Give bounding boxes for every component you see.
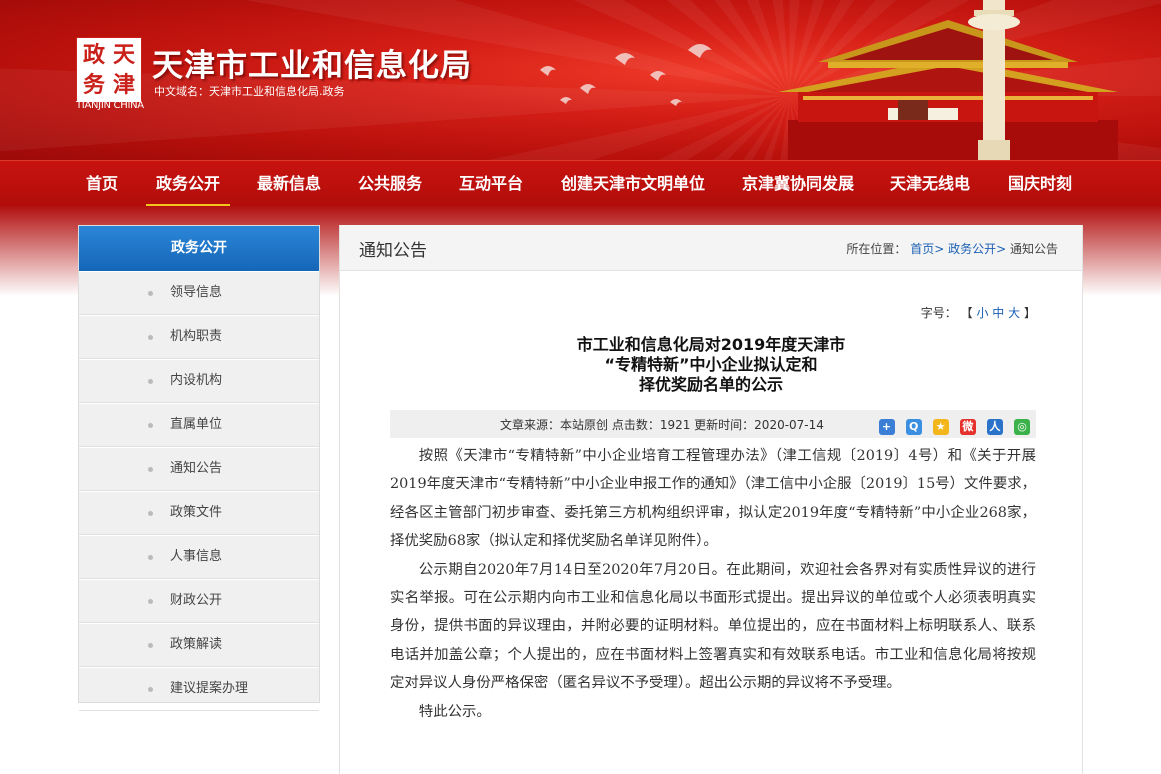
- plus-share-icon[interactable]: +: [878, 419, 895, 435]
- logo-char: 政: [82, 42, 105, 68]
- font-size-bracket-close: 】: [1023, 306, 1036, 320]
- article-paragraph: 公示期自2020年7月14日至2020年7月20日。在此期间，欢迎社会各界对有实…: [390, 561, 1036, 692]
- logo-caption: TIANJIN CHINA: [76, 100, 144, 111]
- sidebar-item-finance[interactable]: 财政公开: [79, 579, 319, 623]
- article-title-line: “专精特新”中小企业拟认定和: [604, 355, 818, 374]
- font-size-bracket-open: 【: [960, 306, 973, 320]
- content-panel: 通知公告 所在位置： 首页> 政务公开> 通知公告 字号： 【 小 中 大 】 …: [339, 225, 1083, 774]
- logo-char: 津: [112, 72, 135, 98]
- bullet-icon: [148, 599, 153, 604]
- article-paragraph: 特此公示。: [418, 703, 491, 720]
- sidebar-item-label: 建议提案办理: [170, 681, 249, 696]
- star-icon[interactable]: ★: [932, 419, 949, 435]
- article-body: 按照《天津市“专精特新”中小企业培育工程管理办法》（津工信规〔2019〕4号）和…: [390, 442, 1036, 726]
- share-icons: + Q ★ 微 人 ◎: [873, 415, 1030, 435]
- nav-item-interaction[interactable]: 互动平台: [459, 161, 523, 207]
- sidebar-item-policy-interpretation[interactable]: 政策解读: [79, 623, 319, 667]
- breadcrumb-gov-link[interactable]: 政务公开>: [948, 242, 1006, 256]
- sidebar-item-notices[interactable]: 通知公告: [79, 447, 319, 491]
- font-size-label: 字号：: [920, 306, 957, 320]
- bullet-icon: [148, 555, 153, 560]
- article-meta-bar: 文章来源：本站原创 点击数：1921 更新时间：2020-07-14 + Q ★…: [390, 410, 1036, 438]
- sidebar-item-label: 直属单位: [170, 417, 223, 432]
- sidebar-item-duties[interactable]: 机构职责: [79, 315, 319, 359]
- renren-icon[interactable]: 人: [986, 419, 1003, 435]
- bullet-icon: [148, 511, 153, 516]
- nav-item-latest-news[interactable]: 最新信息: [257, 161, 321, 207]
- breadcrumb-home-link[interactable]: 首页>: [910, 242, 944, 256]
- article-meta: 文章来源：本站原创 点击数：1921 更新时间：2020-07-14: [500, 418, 824, 432]
- tiananmen-illustration: [778, 0, 1118, 160]
- nav-item-government-affairs[interactable]: 政务公开: [146, 161, 231, 207]
- sidebar-item-label: 领导信息: [170, 285, 223, 300]
- sidebar-item-leaders[interactable]: 领导信息: [79, 271, 319, 315]
- main-nav: 首页 政务公开 最新信息 公共服务 互动平台 创建天津市文明单位 京津冀协同发展…: [0, 160, 1161, 207]
- article-title: 市工业和信息化局对2019年度天津市 “专精特新”中小企业拟认定和 择优奖励名单…: [340, 335, 1082, 395]
- breadcrumb: 所在位置： 首页> 政务公开> 通知公告: [846, 240, 1058, 257]
- content-header: 通知公告 所在位置： 首页> 政务公开> 通知公告: [340, 225, 1082, 271]
- breadcrumb-current: 通知公告: [1009, 242, 1058, 256]
- sidebar-title[interactable]: 政务公开: [79, 226, 319, 271]
- bullet-icon: [148, 687, 153, 692]
- nav-item-public-services[interactable]: 公共服务: [358, 161, 422, 207]
- qzone-icon[interactable]: Q: [905, 419, 922, 435]
- site-domain: 中文域名：天津市工业和信息化局.政务: [154, 85, 345, 98]
- sidebar-item-label: 内设机构: [170, 373, 223, 388]
- sidebar-item-label: 政策解读: [170, 637, 223, 652]
- article-title-line: 市工业和信息化局对2019年度天津市: [576, 335, 846, 354]
- font-size-large-link[interactable]: 大: [1008, 306, 1020, 320]
- font-size-control: 字号： 【 小 中 大 】: [921, 304, 1036, 321]
- sidebar-item-label: 政策文件: [170, 505, 223, 520]
- bullet-icon: [148, 423, 153, 428]
- site-logo[interactable]: 政 天 务 津: [76, 37, 142, 103]
- article-paragraph: 按照《天津市“专精特新”中小企业培育工程管理办法》（津工信规〔2019〕4号）和…: [390, 448, 1036, 550]
- bullet-icon: [148, 291, 153, 296]
- article-title-line: 择优奖励名单的公示: [638, 375, 783, 394]
- nav-item-home[interactable]: 首页: [86, 161, 118, 207]
- sidebar-item-affiliated-units[interactable]: 直属单位: [79, 403, 319, 447]
- bullet-icon: [148, 467, 153, 472]
- bullet-icon: [148, 335, 153, 340]
- sidebar-item-label: 财政公开: [170, 593, 223, 608]
- sidebar-item-label: 人事信息: [170, 549, 223, 564]
- sidebar-item-proposals[interactable]: 建议提案办理: [79, 667, 319, 711]
- section-title: 通知公告: [359, 241, 427, 261]
- logo-char: 务: [82, 72, 105, 98]
- sidebar-item-label: 通知公告: [170, 461, 223, 476]
- wechat-icon[interactable]: ◎: [1014, 419, 1030, 435]
- header-banner: 政 天 务 津 TIANJIN CHINA 天津市工业和信息化局 中文域名：天津…: [0, 0, 1161, 160]
- doves-decoration: [540, 44, 712, 106]
- bullet-icon: [148, 379, 153, 384]
- sidebar-item-internal-orgs[interactable]: 内设机构: [79, 359, 319, 403]
- site-title[interactable]: 天津市工业和信息化局: [152, 40, 472, 85]
- nav-item-jingjinji[interactable]: 京津冀协同发展: [742, 161, 854, 207]
- bullet-icon: [148, 643, 153, 648]
- sidebar-item-label: 机构职责: [170, 329, 223, 344]
- weibo-icon[interactable]: 微: [959, 419, 976, 435]
- breadcrumb-prefix: 所在位置：: [846, 242, 907, 256]
- font-size-medium-link[interactable]: 中: [992, 306, 1004, 320]
- logo-char: 天: [112, 42, 135, 68]
- nav-item-radio[interactable]: 天津无线电: [890, 161, 970, 207]
- nav-item-civilized-unit[interactable]: 创建天津市文明单位: [561, 161, 705, 207]
- font-size-small-link[interactable]: 小: [976, 306, 988, 320]
- nav-item-national-day[interactable]: 国庆时刻: [1008, 161, 1072, 207]
- sidebar: 政务公开 领导信息 机构职责 内设机构 直属单位 通知公告 政策文件 人事信息 …: [78, 225, 320, 711]
- sidebar-item-policy-docs[interactable]: 政策文件: [79, 491, 319, 535]
- sidebar-item-personnel[interactable]: 人事信息: [79, 535, 319, 579]
